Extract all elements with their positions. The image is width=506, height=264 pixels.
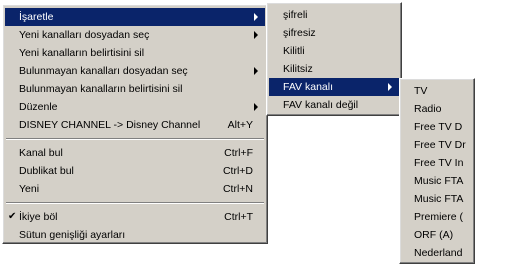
menu-item-dublikat-bul[interactable]: Dublikat bul Ctrl+D — [5, 162, 265, 180]
menu-item-fav-list[interactable]: Radio — [402, 100, 472, 118]
menu-item-fav-list[interactable]: Premiere ( — [402, 208, 472, 226]
submenu-arrow-icon — [254, 67, 258, 75]
context-menu: İşaretle Yeni kanalları dosyadan seç Yen… — [2, 4, 268, 244]
menu-item-sifreli[interactable]: şifreli — [269, 6, 399, 24]
menu-item-disney-rename[interactable]: DISNEY CHANNEL -> Disney Channel Alt+Y — [5, 116, 265, 134]
menu-item-fav-list[interactable]: ORF (A) — [402, 226, 472, 244]
menu-item-label: Free TV In — [414, 157, 464, 169]
menu-item-fav-list[interactable]: Music FTA — [402, 190, 472, 208]
menu-item-fav-kanali-degil[interactable]: FAV kanalı değil — [269, 96, 399, 114]
menu-item-delete-missing-marker[interactable]: Bulunmayan kanalların belirtisini sil — [5, 80, 265, 98]
menu-item-label: Bulunmayan kanalları dosyadan seç — [19, 65, 188, 77]
submenu-arrow-icon — [254, 13, 258, 21]
submenu-arrow-icon — [388, 83, 392, 91]
menu-item-label: Premiere ( — [414, 211, 464, 223]
shortcut-label: Ctrl+T — [224, 211, 253, 223]
checkmark-icon: ✔ — [8, 211, 17, 222]
menu-item-label: Kilitli — [283, 45, 305, 57]
shortcut-label: Ctrl+N — [222, 183, 253, 195]
menu-item-label: Music FTA — [414, 175, 464, 187]
menu-item-label: Free TV Dr — [414, 139, 466, 151]
menu-item-label: TV — [414, 85, 428, 97]
menu-item-label: İkiye böl — [19, 211, 58, 223]
menu-item-column-width-settings[interactable]: Sütun genişliği ayarları — [5, 226, 265, 244]
menu-item-missing-channels-from-file[interactable]: Bulunmayan kanalları dosyadan seç — [5, 62, 265, 80]
menu-item-label: Yeni kanalları dosyadan seç — [19, 29, 150, 41]
menu-item-label: Free TV D — [414, 121, 463, 133]
menu-item-fav-list[interactable]: Music FTA — [402, 172, 472, 190]
menu-item-new-channels-from-file[interactable]: Yeni kanalları dosyadan seç — [5, 26, 265, 44]
menu-item-label: Sütun genişliği ayarları — [19, 229, 126, 241]
menu-item-label: İşaretle — [19, 11, 54, 23]
menu-item-label: DISNEY CHANNEL -> Disney Channel — [19, 119, 201, 131]
menu-item-isaretle[interactable]: İşaretle — [5, 8, 265, 26]
fav-channel-submenu: TV Radio Free TV D Free TV Dr Free TV In… — [399, 78, 475, 264]
menu-item-label: şifreli — [283, 9, 308, 21]
menu-item-kanal-bul[interactable]: Kanal bul Ctrl+F — [5, 144, 265, 162]
menu-item-label: Yeni kanalların belirtisini sil — [19, 47, 145, 59]
menu-item-fav-list[interactable]: Free TV D — [402, 118, 472, 136]
submenu-arrow-icon — [254, 31, 258, 39]
menu-separator — [6, 202, 264, 204]
menu-item-label: Bulunmayan kanalların belirtisini sil — [19, 83, 183, 95]
menu-item-label: Kilitsiz — [283, 63, 313, 75]
menu-item-label: Music FTA — [414, 193, 464, 205]
menu-item-label: Dublikat bul — [19, 165, 74, 177]
menu-item-label: FAV kanalı — [283, 81, 333, 93]
submenu-arrow-icon — [254, 103, 258, 111]
menu-item-kilitsiz[interactable]: Kilitsiz — [269, 60, 399, 78]
menu-item-kilitli[interactable]: Kilitli — [269, 42, 399, 60]
menu-item-fav-list[interactable]: Free TV Dr — [402, 136, 472, 154]
menu-item-label: ORF (A) — [414, 229, 454, 241]
menu-item-label: FAV kanalı değil — [283, 99, 359, 111]
menu-item-label: Radio — [414, 103, 442, 115]
menu-item-sifresiz[interactable]: şifresiz — [269, 24, 399, 42]
menu-item-duzenle[interactable]: Düzenle — [5, 98, 265, 116]
menu-item-label: Yeni — [19, 183, 40, 195]
menu-item-label: Düzenle — [19, 101, 58, 113]
menu-item-fav-list[interactable]: Free TV In — [402, 154, 472, 172]
shortcut-label: Alt+Y — [227, 119, 253, 131]
shortcut-label: Ctrl+D — [222, 165, 253, 177]
menu-item-delete-new-marker[interactable]: Yeni kanalların belirtisini sil — [5, 44, 265, 62]
menu-item-fav-list[interactable]: TV — [402, 82, 472, 100]
menu-item-fav-list[interactable]: Nederland — [402, 244, 472, 262]
shortcut-label: Ctrl+F — [224, 147, 253, 159]
menu-separator — [6, 138, 264, 140]
menu-item-fav-kanali[interactable]: FAV kanalı — [269, 78, 399, 96]
menu-item-label: şifresiz — [283, 27, 316, 39]
menu-item-yeni[interactable]: Yeni Ctrl+N — [5, 180, 265, 198]
menu-item-label: Kanal bul — [19, 147, 63, 159]
isaretle-submenu: şifreli şifresiz Kilitli Kilitsiz FAV ka… — [266, 2, 402, 116]
menu-item-ikiye-bol[interactable]: ✔ İkiye böl Ctrl+T — [5, 208, 265, 226]
menu-item-label: Nederland — [414, 247, 463, 259]
